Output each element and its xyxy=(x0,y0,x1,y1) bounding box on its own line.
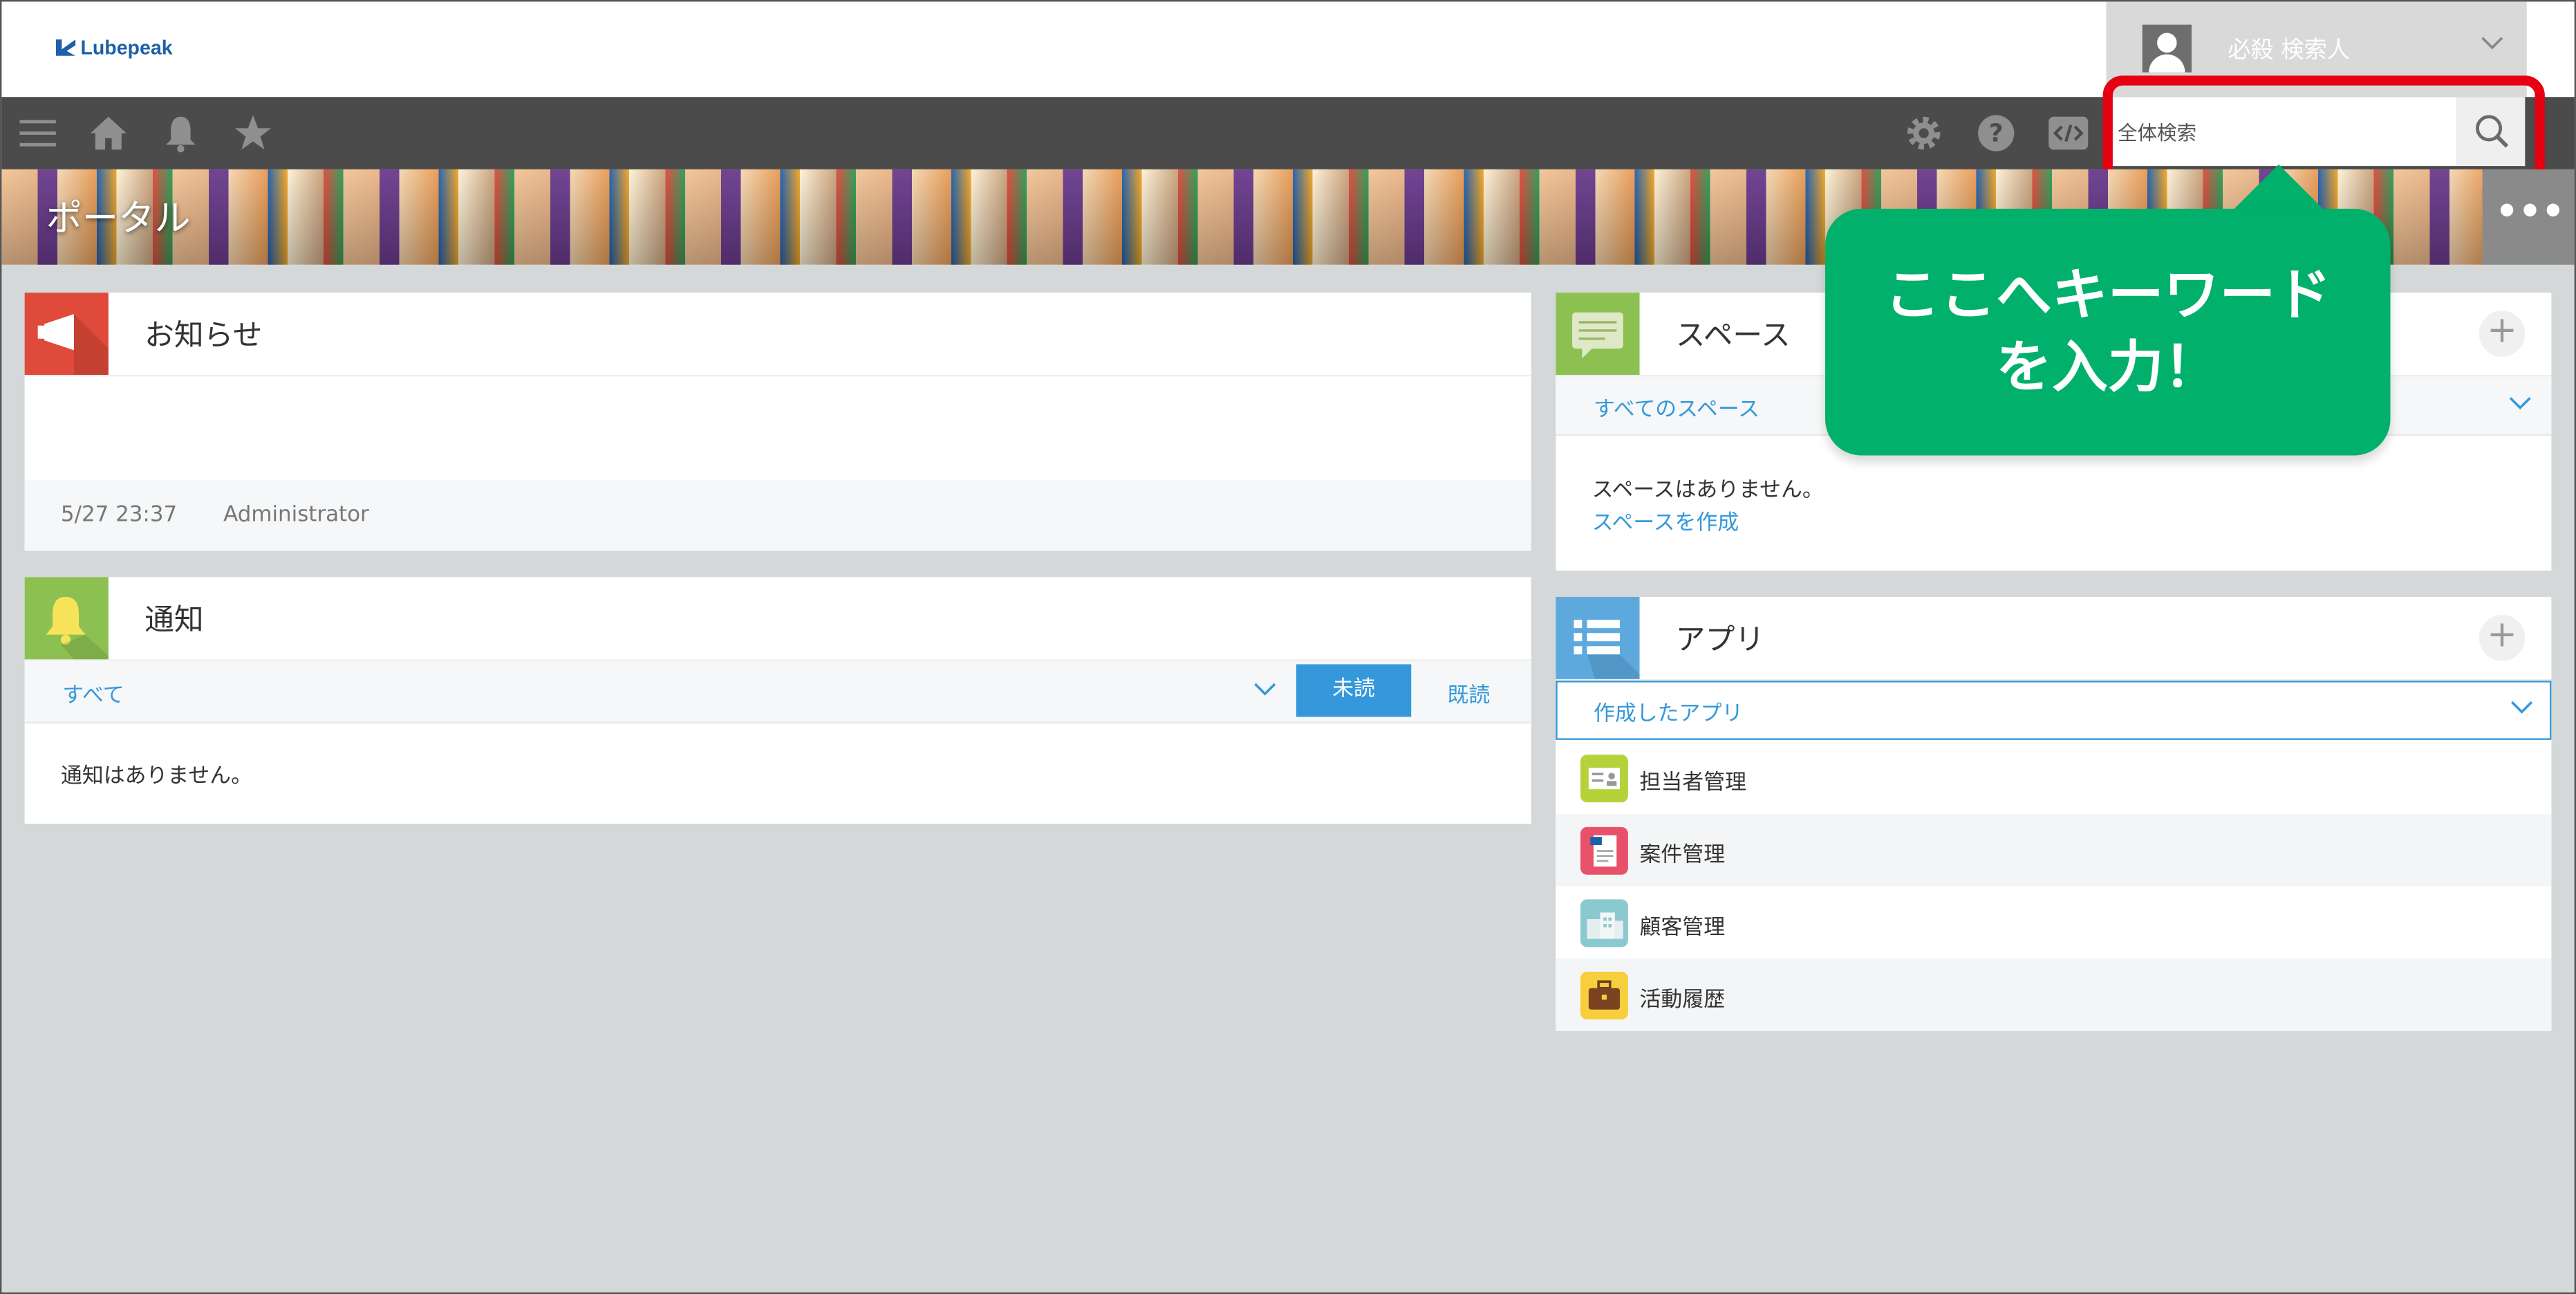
briefcase-icon xyxy=(1580,972,1628,1019)
spaces-title: スペース xyxy=(1675,319,1791,354)
avatar xyxy=(2142,24,2192,73)
page-title: ポータル xyxy=(46,198,191,241)
logo[interactable]: Lubepeak xyxy=(55,36,173,59)
chevron-down-icon xyxy=(2510,697,2533,720)
document-icon xyxy=(1580,826,1628,875)
bell-icon xyxy=(24,577,109,660)
notice-footer: 5/27 23:37 Administrator xyxy=(24,480,1531,551)
bell-icon[interactable] xyxy=(158,110,204,156)
callout-line-2: を入力！ xyxy=(1996,335,2220,402)
app-item[interactable]: 案件管理 xyxy=(1556,813,2552,887)
app-label: 活動履歴 xyxy=(1639,988,1726,1013)
building-icon xyxy=(1580,899,1628,948)
space-filter-dropdown[interactable]: すべてのスペース xyxy=(1594,391,1760,423)
chevron-down-icon xyxy=(2481,31,2503,57)
callout-pointer xyxy=(2229,164,2328,214)
star-icon[interactable] xyxy=(230,110,277,156)
add-app-button[interactable]: + xyxy=(2479,615,2526,661)
megaphone-icon xyxy=(24,293,109,376)
chevron-down-icon[interactable] xyxy=(2509,393,2532,416)
svg-text:?: ? xyxy=(1989,119,2004,147)
logo-text: Lubepeak xyxy=(80,36,173,59)
user-name: 必殺 検索人 xyxy=(2228,37,2351,64)
app-filter-dropdown[interactable]: 作成したアプリ xyxy=(1556,681,2552,740)
notice-author[interactable]: Administrator xyxy=(223,503,369,528)
notifications-empty-text: 通知はありません。 xyxy=(60,764,253,790)
add-space-button[interactable]: + xyxy=(2479,311,2526,357)
app-item[interactable]: 担当者管理 xyxy=(1556,741,2552,814)
callout-line-1: ここへキーワード xyxy=(1884,263,2331,329)
app-filter-label: 作成したアプリ xyxy=(1593,702,1744,727)
logo-mark-icon xyxy=(55,39,76,56)
notifications-card: 通知 すべて 未読 既読 通知はありません。 xyxy=(24,577,1531,824)
notice-timestamp: 5/27 23:37 xyxy=(60,503,178,528)
notices-title: お知らせ xyxy=(144,319,263,354)
notification-filter-bar: すべて 未読 既読 xyxy=(24,660,1531,724)
chevron-down-icon[interactable] xyxy=(1253,679,1276,702)
home-icon[interactable] xyxy=(86,110,132,156)
notification-filter-dropdown[interactable]: すべて xyxy=(62,677,124,709)
spaces-empty-text: スペースはありません。 xyxy=(1592,478,1824,503)
contact-card-icon xyxy=(1580,755,1628,803)
app-item[interactable]: 顧客管理 xyxy=(1556,886,2552,959)
app-label: 担当者管理 xyxy=(1639,770,1747,796)
help-icon[interactable]: ? xyxy=(1973,110,2019,156)
notifications-title: 通知 xyxy=(144,603,204,638)
create-space-link[interactable]: スペースを作成 xyxy=(1592,505,1739,536)
speech-bubble-icon xyxy=(1556,293,1640,376)
annotation-callout: ここへキーワード を入力！ xyxy=(1825,208,2391,456)
app-label: 顧客管理 xyxy=(1639,916,1726,941)
gear-icon[interactable] xyxy=(1901,110,1947,156)
tab-read[interactable]: 既読 xyxy=(1448,677,1491,709)
list-icon xyxy=(1556,596,1640,679)
notices-card: お知らせ 5/27 23:37 Administrator xyxy=(24,293,1531,551)
app-label: 案件管理 xyxy=(1639,843,1726,869)
code-icon[interactable] xyxy=(2045,110,2091,156)
tab-unread[interactable]: 未読 xyxy=(1296,664,1412,717)
menu-icon[interactable] xyxy=(15,110,61,156)
apps-title: アプリ xyxy=(1675,623,1765,658)
more-options-button[interactable]: ••• xyxy=(2482,169,2575,265)
app-item[interactable]: 活動履歴 xyxy=(1556,959,2552,1031)
apps-card: アプリ + 作成したアプリ 担当者管理 案件管理 顧客管理 活動履歴 xyxy=(1556,596,2552,1031)
